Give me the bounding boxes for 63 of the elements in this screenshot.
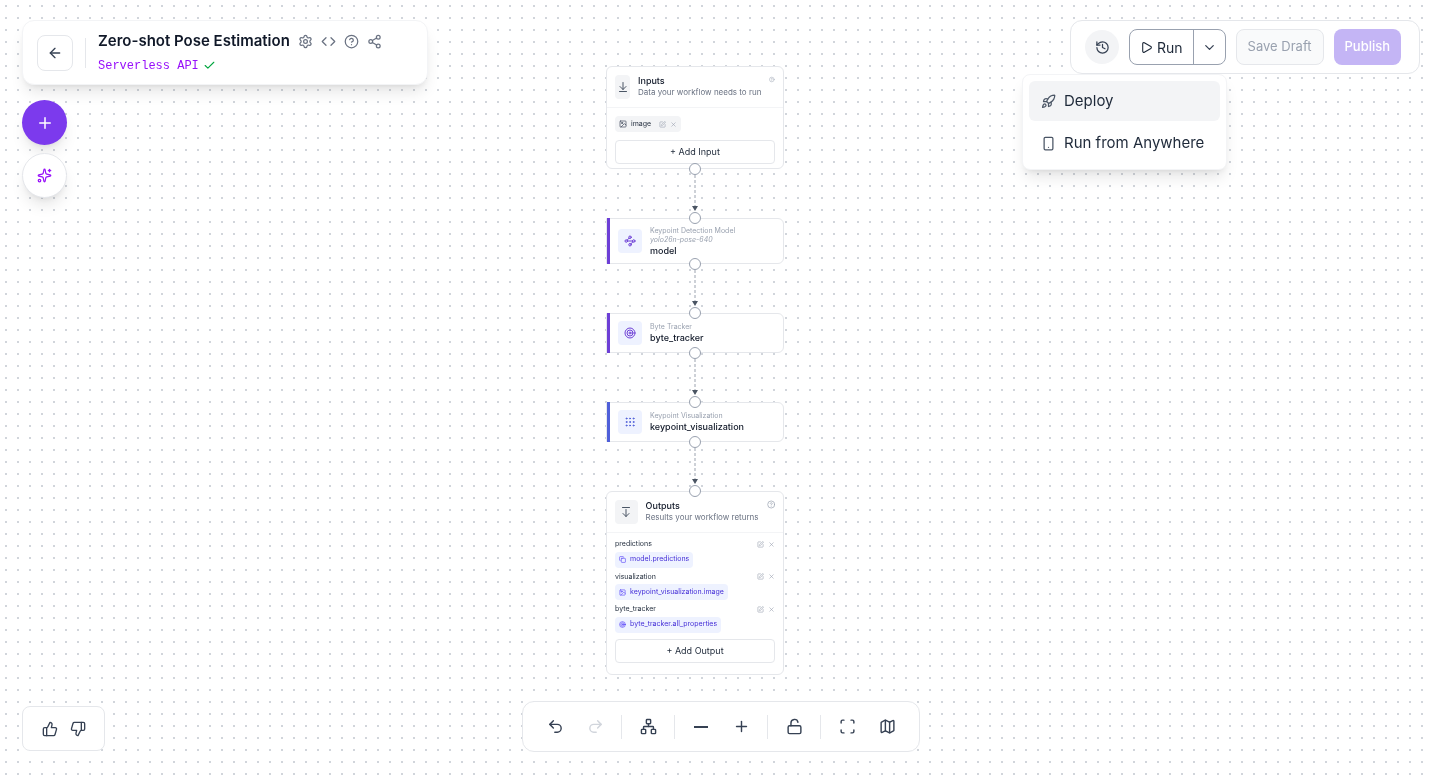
code-icon[interactable] [320,34,336,49]
redo-icon [586,718,604,735]
target-icon [619,621,626,628]
download-icon [615,500,638,524]
block-name: model [650,244,678,257]
workflow-subtitle: Serverless API [98,57,199,75]
menu-item[interactable]: Deploy [1029,81,1220,121]
connection-handle[interactable] [689,485,701,497]
model-graph-icon [618,229,642,253]
workflow-title: Zero-shot Pose Estimation [98,30,290,53]
history-button[interactable] [1085,30,1119,64]
phone-icon [1041,135,1056,151]
copy-icon [619,556,626,563]
back-button[interactable] [37,34,73,71]
block-name: keypoint_visualization [650,420,744,433]
close-icon[interactable] [670,120,678,128]
edit-icon[interactable] [757,605,764,613]
connection-handle[interactable] [689,307,701,319]
close-icon[interactable] [768,540,775,548]
node-description: Results your workflow returns [645,512,759,522]
node-title: Inputs [638,75,666,87]
connection-handle[interactable] [689,396,701,408]
node-description: Data your workflow needs to run [638,87,762,97]
add-output-button[interactable]: + Add Output [615,638,775,663]
edit-icon[interactable] [659,120,667,128]
edit-icon[interactable] [757,573,764,581]
image-icon [619,120,627,128]
help-icon[interactable] [343,34,359,49]
hierarchy-icon [639,718,657,735]
history-icon [1094,39,1110,55]
edit-icon[interactable] [757,540,764,548]
fullscreen-icon [838,718,856,735]
settings-icon[interactable] [297,34,313,49]
run-label: Run [1157,37,1183,58]
block-name: byte_tracker [650,331,704,344]
edge-arrow [691,270,699,307]
play-icon [1140,40,1153,54]
node-title: Outputs [645,500,681,512]
add-block-button[interactable] [22,100,67,145]
map-icon [878,718,896,735]
add-input-button[interactable]: + Add Input [615,140,775,164]
close-icon[interactable] [768,573,775,581]
menu-item[interactable]: Run from Anywhere [1029,123,1220,163]
unlock-icon [785,718,803,735]
download-icon [615,75,630,99]
image-icon [619,588,626,596]
edge-arrow [691,448,699,485]
sparkles-icon [37,168,52,183]
share-icon[interactable] [366,34,382,49]
edge-arrow [691,359,699,396]
grid-dots-icon [618,410,642,434]
zoom-out-icon [694,725,708,728]
thumbs-down-icon[interactable] [69,720,86,737]
close-icon[interactable] [768,605,775,613]
undo-icon [546,718,564,735]
connection-handle[interactable] [689,212,701,224]
menu-item-label: Run from Anywhere [1064,131,1205,154]
edge-arrow [691,175,699,212]
ai-assistant-button[interactable] [22,153,67,198]
thumbs-up-icon[interactable] [41,720,58,737]
target-icon [618,321,642,345]
menu-item-label: Deploy [1064,89,1114,112]
rocket-icon [1041,93,1056,109]
